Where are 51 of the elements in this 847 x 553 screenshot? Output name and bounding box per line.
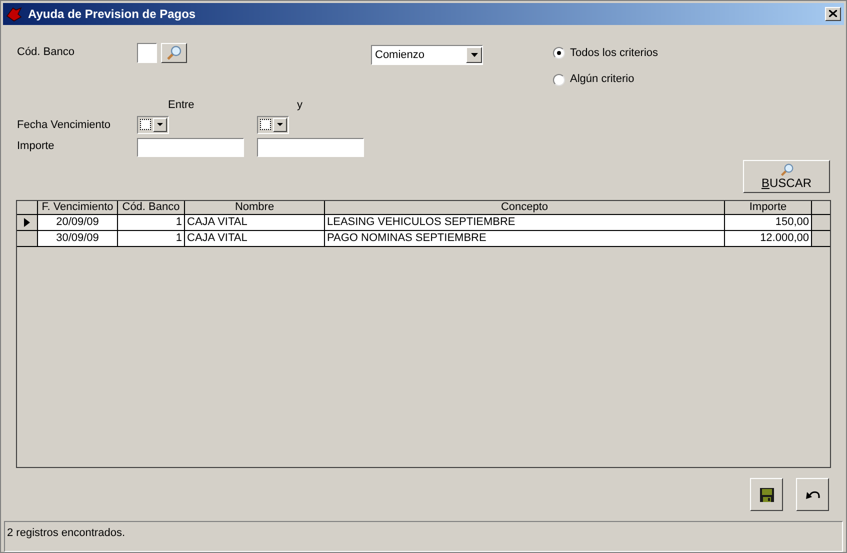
banco-label: Cód. Banco xyxy=(17,44,76,60)
date-checkbox[interactable] xyxy=(140,119,151,130)
search-button[interactable]: BUSCAR xyxy=(743,160,830,193)
importe-from-field[interactable] xyxy=(137,138,244,158)
radio-button[interactable] xyxy=(553,74,565,86)
radio-button[interactable] xyxy=(553,47,565,60)
table-cell: 150,00 xyxy=(725,214,812,230)
importe-to-field[interactable] xyxy=(257,138,364,158)
undo-button[interactable] xyxy=(796,478,829,512)
date-checkbox[interactable] xyxy=(260,119,271,130)
radio-label: Algún criterio xyxy=(570,72,634,88)
window-title: Ayuda de Prevision de Pagos xyxy=(28,6,197,23)
close-icon xyxy=(829,10,837,18)
column-header[interactable]: Cód. Banco xyxy=(118,200,185,214)
column-header[interactable]: F. Vencimiento xyxy=(38,200,118,214)
fecha-label: Fecha Vencimiento xyxy=(17,118,112,133)
between-label: Entre xyxy=(168,98,196,111)
table-cell: 1 xyxy=(118,214,185,230)
dropdown-arrow-button[interactable] xyxy=(466,46,482,63)
combo-value: Comienzo xyxy=(374,48,426,63)
caret-icon xyxy=(277,123,283,126)
match-combo[interactable]: Comienzo xyxy=(371,44,483,65)
table-cell: PAGO NOMINAS SEPTIEMBRE xyxy=(325,230,725,246)
table-cell: 20/09/09 xyxy=(38,214,118,230)
magnifier-icon xyxy=(166,44,182,61)
table-cell: CAJA VITAL xyxy=(185,214,325,230)
search-bank-button[interactable] xyxy=(161,42,187,63)
and-label: y xyxy=(297,98,302,111)
column-header[interactable]: Importe xyxy=(725,200,812,214)
status-text: 2 registros encontrados. xyxy=(7,526,126,542)
table-cell: LEASING VEHICULOS SEPTIEMBRE xyxy=(325,214,725,230)
column-header[interactable]: Concepto xyxy=(325,200,725,214)
caret-icon xyxy=(470,52,478,57)
table-cell: CAJA VITAL xyxy=(185,230,325,246)
dropdown-arrow-button[interactable] xyxy=(153,118,167,132)
save-button[interactable] xyxy=(750,478,783,512)
dropdown-arrow-button[interactable] xyxy=(273,118,287,132)
caret-icon xyxy=(157,123,163,126)
banco-field[interactable] xyxy=(137,42,157,63)
undo-arrow-icon xyxy=(806,488,820,501)
date-picker[interactable] xyxy=(137,116,169,134)
table-cell: 30/09/09 xyxy=(38,230,118,246)
table-cell: 1 xyxy=(118,230,185,246)
date-picker[interactable] xyxy=(257,116,289,134)
column-header[interactable]: Nombre xyxy=(185,200,325,214)
importe-label: Importe xyxy=(17,138,56,154)
close-button[interactable] xyxy=(825,6,841,21)
table-cell: 12.000,00 xyxy=(725,230,812,246)
radio-label: Todos los criterios xyxy=(570,46,658,61)
app-icon xyxy=(6,6,22,22)
magnifier-icon xyxy=(780,163,794,178)
